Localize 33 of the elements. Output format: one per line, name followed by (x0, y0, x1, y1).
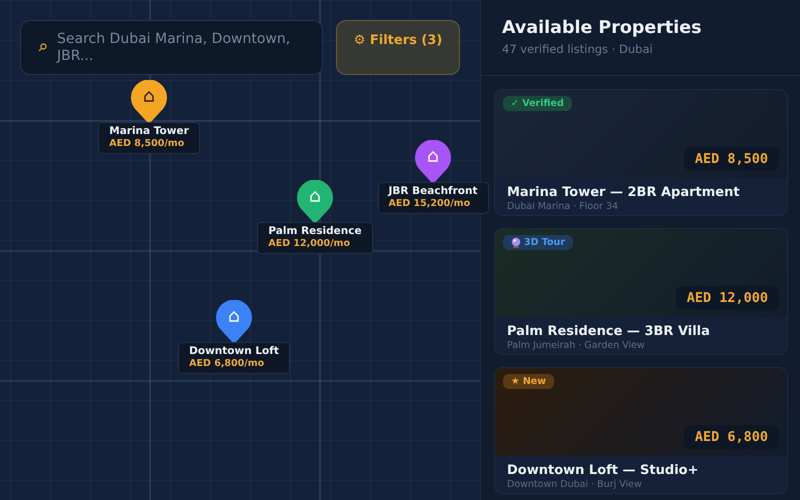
property-name: JBR Beachfront (388, 185, 478, 198)
filters-button[interactable]: ⚙ Filters (3) (336, 20, 460, 75)
listing-title: Downtown Loft — Studio+ (507, 463, 700, 479)
property-price: AED 12,000/mo (268, 238, 351, 250)
listing-badge: ✓ Verified (503, 96, 572, 111)
listing-card[interactable]: ✓ Verified AED 8,500 Marina Tower — 2BR Apartment Dubai Marina · Floor 34 (494, 89, 788, 216)
search-field[interactable]: Search Dubai Marina, Downtown, JBR... (20, 20, 323, 75)
map-pin[interactable] (415, 140, 451, 184)
property-name: Downtown Loft (189, 345, 279, 358)
panel-subtitle: 47 verified listings · Dubai (502, 42, 654, 56)
panel-title: Available Properties (502, 18, 703, 38)
listing-title: Palm Residence — 3BR Villa (507, 324, 711, 340)
listing-price: AED 6,800 (684, 425, 779, 449)
listing-subtitle: Dubai Marina · Floor 34 (507, 201, 620, 213)
listing-title: Marina Tower — 2BR Apartment (507, 185, 741, 201)
property-price: AED 15,200/mo (388, 198, 472, 210)
orb-icon (511, 237, 521, 248)
map-pin[interactable] (297, 180, 333, 224)
listing-subtitle: Palm Jumeirah · Garden View (507, 340, 646, 352)
listing-price: AED 8,500 (684, 147, 779, 171)
listing-card[interactable]: 3D Tour AED 12,000 Palm Residence — 3BR Villa Palm Jumeirah · Garden View (494, 228, 788, 355)
search-icon (38, 43, 47, 52)
listing-card[interactable]: ★ New AED 6,800 Downtown Loft — Studio+ Downtown Dubai · Burj View (494, 367, 788, 494)
map-pin[interactable] (131, 80, 167, 124)
listing-badge: 3D Tour (503, 235, 573, 250)
property-name: Palm Residence (268, 225, 362, 238)
property-price: AED 8,500/mo (109, 138, 186, 150)
property-name: Marina Tower (109, 125, 189, 138)
listing-subtitle: Downtown Dubai · Burj View (507, 479, 643, 491)
property-price: AED 6,800/mo (189, 358, 266, 370)
listing-price: AED 12,000 (676, 286, 779, 310)
listing-badge: ★ New (503, 374, 554, 389)
map-pin[interactable] (216, 300, 252, 344)
